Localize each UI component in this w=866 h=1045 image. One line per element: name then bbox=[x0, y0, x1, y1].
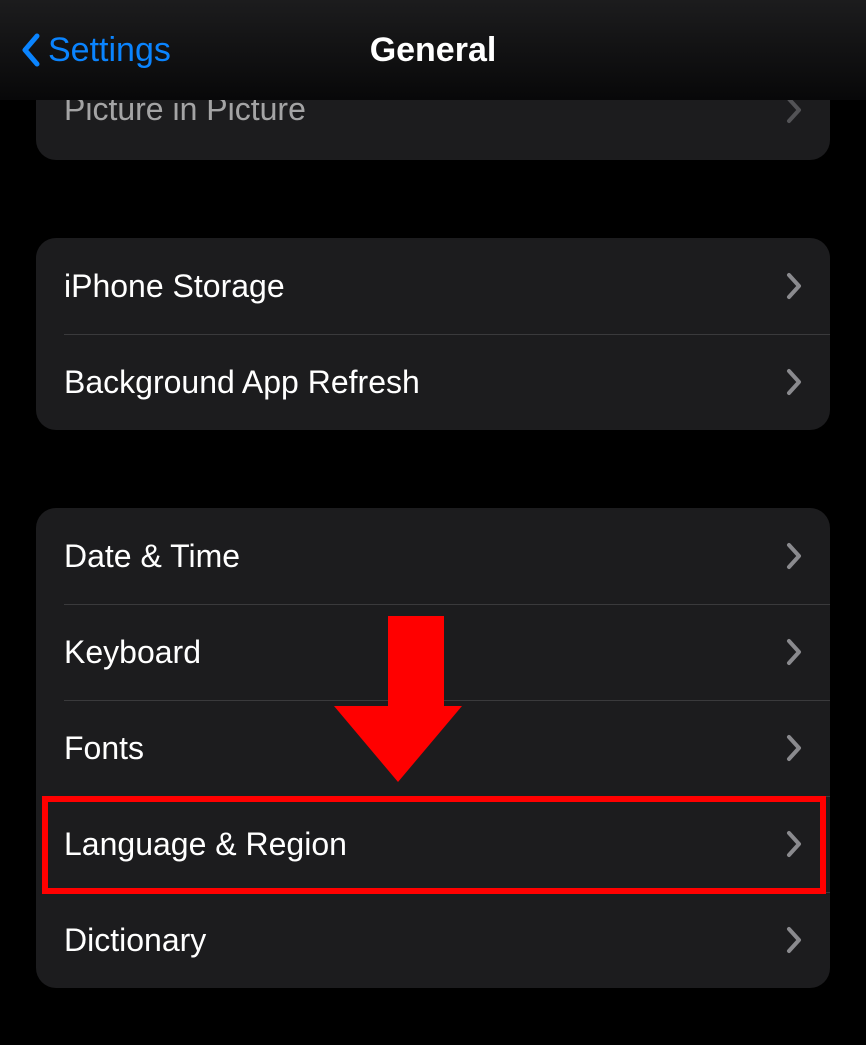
row-label: Date & Time bbox=[64, 538, 240, 575]
group-2: Date & Time Keyboard Fonts bbox=[36, 508, 830, 988]
row-label: Background App Refresh bbox=[64, 364, 420, 401]
chevron-left-icon bbox=[20, 32, 42, 68]
row-language-region[interactable]: Language & Region bbox=[36, 796, 830, 892]
chevron-right-icon bbox=[786, 926, 802, 954]
group-1: iPhone Storage Background App Refresh bbox=[36, 238, 830, 430]
chevron-right-icon bbox=[786, 368, 802, 396]
row-keyboard[interactable]: Keyboard bbox=[36, 604, 830, 700]
row-picture-in-picture[interactable]: Picture in Picture bbox=[36, 100, 830, 160]
navbar: Settings General bbox=[0, 0, 866, 100]
back-button[interactable]: Settings bbox=[20, 31, 171, 70]
row-label: Keyboard bbox=[64, 634, 201, 671]
row-label: Language & Region bbox=[64, 826, 347, 863]
chevron-right-icon bbox=[786, 830, 802, 858]
row-background-app-refresh[interactable]: Background App Refresh bbox=[36, 334, 830, 430]
row-dictionary[interactable]: Dictionary bbox=[36, 892, 830, 988]
group-0: Picture in Picture bbox=[36, 100, 830, 160]
row-label: Picture in Picture bbox=[64, 100, 306, 128]
chevron-right-icon bbox=[786, 734, 802, 762]
row-label: Dictionary bbox=[64, 922, 206, 959]
row-label: iPhone Storage bbox=[64, 268, 285, 305]
chevron-right-icon bbox=[786, 542, 802, 570]
row-date-time[interactable]: Date & Time bbox=[36, 508, 830, 604]
content: Picture in Picture iPhone Storage Backgr… bbox=[0, 100, 866, 988]
chevron-right-icon bbox=[786, 100, 802, 124]
row-fonts[interactable]: Fonts bbox=[36, 700, 830, 796]
chevron-right-icon bbox=[786, 638, 802, 666]
chevron-right-icon bbox=[786, 272, 802, 300]
row-label: Fonts bbox=[64, 730, 144, 767]
row-iphone-storage[interactable]: iPhone Storage bbox=[36, 238, 830, 334]
back-label: Settings bbox=[48, 31, 171, 70]
